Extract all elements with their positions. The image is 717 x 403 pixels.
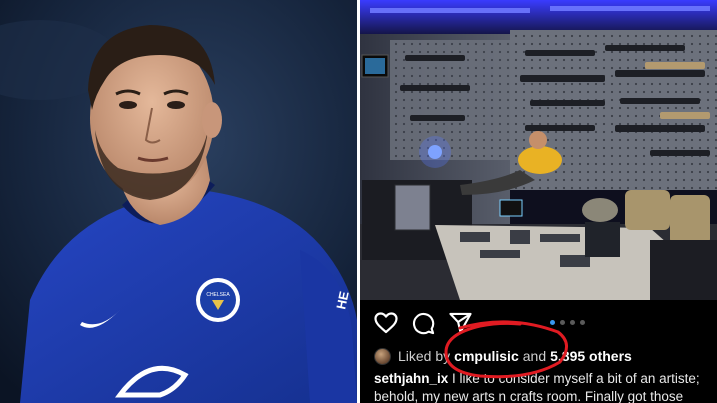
carousel-dot xyxy=(570,320,575,325)
likes-and: and xyxy=(522,348,547,364)
player-photo: CHELSEA HE xyxy=(0,0,357,403)
player-illustration: CHELSEA HE xyxy=(0,0,357,403)
carousel-dot xyxy=(560,320,565,325)
likes-line: Liked by cmpulisic and 5,895 others xyxy=(374,346,632,366)
heart-icon[interactable] xyxy=(374,312,398,334)
instagram-post-footer: Liked by cmpulisic and 5,895 others seth… xyxy=(360,300,717,403)
carousel-indicator xyxy=(550,320,585,325)
share-icon[interactable] xyxy=(449,312,472,334)
caption-line-1: I like to consider myself a bit of an ar… xyxy=(452,371,700,386)
svg-text:CHELSEA: CHELSEA xyxy=(206,292,230,298)
carousel-dot xyxy=(580,320,585,325)
liker-avatar[interactable] xyxy=(374,347,391,365)
likes-prefix: Liked by xyxy=(398,348,451,364)
caption-username-link[interactable]: sethjahn_ix xyxy=(374,371,448,386)
liker-username-link[interactable]: cmpulisic xyxy=(454,348,519,364)
post-image[interactable] xyxy=(360,0,717,300)
post-actions xyxy=(374,310,472,336)
comment-icon[interactable] xyxy=(412,312,435,335)
post-caption: sethjahn_ix I like to consider myself a … xyxy=(374,370,717,403)
gun-room-illustration xyxy=(360,0,717,300)
carousel-dot xyxy=(550,320,555,325)
club-badge: CHELSEA xyxy=(196,278,240,322)
caption-line-2: behold, my new arts n crafts room. Final… xyxy=(374,389,684,403)
others-count-link[interactable]: 5,895 others xyxy=(550,348,632,364)
